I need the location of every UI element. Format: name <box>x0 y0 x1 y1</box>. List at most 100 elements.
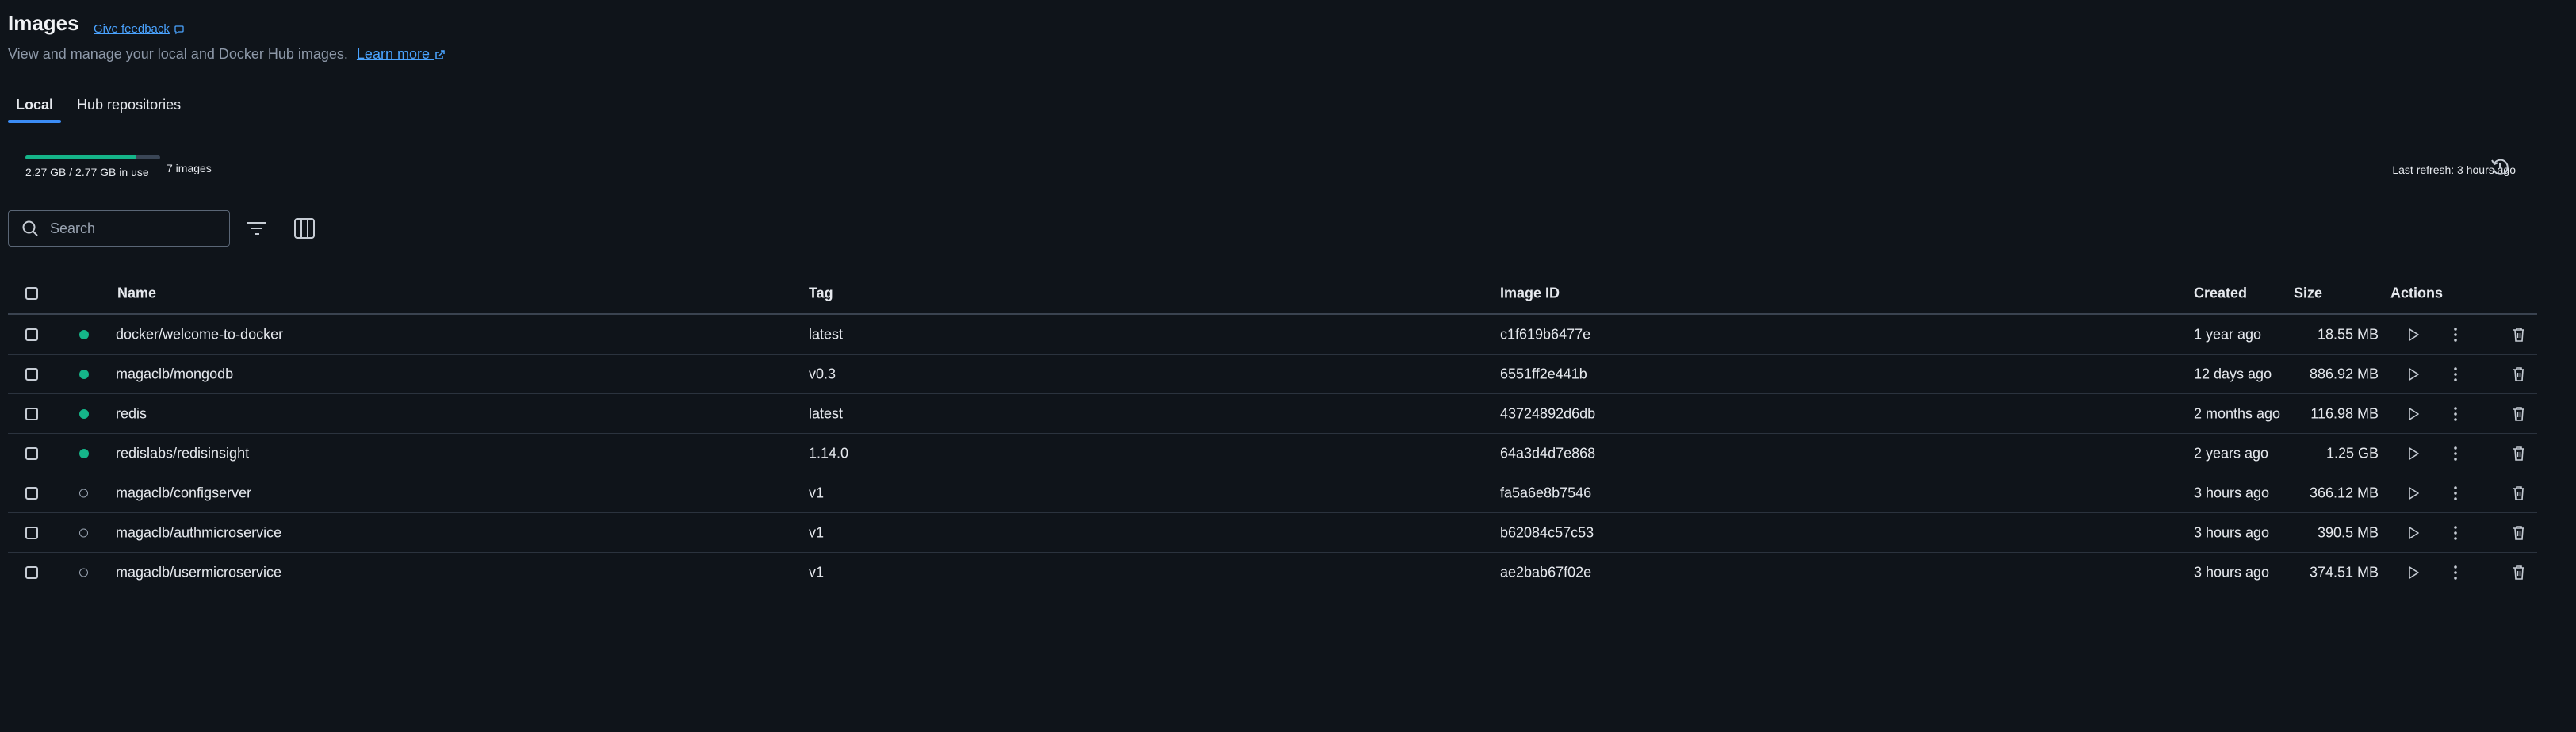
header-created[interactable]: Created <box>2194 285 2247 301</box>
more-options-icon[interactable] <box>2446 444 2465 463</box>
image-name[interactable]: magaclb/mongodb <box>116 366 233 382</box>
tab-bar: Local Hub repositories <box>8 97 197 123</box>
give-feedback-link[interactable]: Give feedback <box>94 22 186 36</box>
image-created: 2 years ago <box>2194 445 2269 461</box>
external-link-icon <box>435 50 445 59</box>
page-title: Images <box>8 11 79 35</box>
image-created: 1 year ago <box>2194 326 2262 342</box>
image-name[interactable]: redis <box>116 405 147 422</box>
delete-icon[interactable] <box>2509 365 2528 384</box>
row-checkbox[interactable] <box>25 367 38 381</box>
table-header: Name Tag Image ID Created Size Actions <box>8 273 2537 315</box>
filter-icon[interactable] <box>244 216 270 241</box>
table-row[interactable]: magaclb/usermicroservice v1 ae2bab67f02e… <box>8 553 2537 592</box>
learn-more-label: Learn more <box>356 46 430 62</box>
more-options-icon[interactable] <box>2446 563 2465 582</box>
feedback-icon <box>174 25 184 34</box>
image-name[interactable]: magaclb/authmicroservice <box>116 524 281 541</box>
more-options-icon[interactable] <box>2446 365 2465 384</box>
columns-icon[interactable] <box>292 216 317 241</box>
row-checkbox[interactable] <box>25 328 38 341</box>
in-use-status-dot <box>79 408 89 419</box>
disk-usage: 2.27 GB / 2.77 GB in use <box>25 155 160 178</box>
image-id: b62084c57c53 <box>1500 524 1594 540</box>
images-table: Name Tag Image ID Created Size Actions d… <box>8 273 2537 592</box>
in-use-status-dot <box>79 448 89 458</box>
run-icon[interactable] <box>2404 325 2423 344</box>
image-id: 64a3d4d7e868 <box>1500 445 1596 461</box>
header-size[interactable]: Size <box>2294 285 2322 301</box>
refresh-icon[interactable] <box>2488 155 2512 179</box>
delete-icon[interactable] <box>2509 404 2528 423</box>
more-options-icon[interactable] <box>2446 484 2465 503</box>
learn-more-link[interactable]: Learn more <box>357 46 446 62</box>
image-size: 390.5 MB <box>2317 524 2379 540</box>
row-checkbox[interactable] <box>25 407 38 420</box>
unused-status-dot <box>79 568 88 577</box>
image-id: 43724892d6db <box>1500 405 1596 421</box>
more-options-icon[interactable] <box>2446 404 2465 423</box>
more-options-icon[interactable] <box>2446 325 2465 344</box>
image-size: 18.55 MB <box>2317 326 2379 342</box>
image-id: 6551ff2e441b <box>1500 366 1587 381</box>
header-tag[interactable]: Tag <box>809 285 833 301</box>
image-created: 2 months ago <box>2194 405 2281 421</box>
header-name[interactable]: Name <box>117 285 156 301</box>
image-created: 3 hours ago <box>2194 524 2270 540</box>
row-checkbox[interactable] <box>25 565 38 579</box>
table-row[interactable]: magaclb/authmicroservice v1 b62084c57c53… <box>8 513 2537 553</box>
table-row[interactable]: magaclb/mongodb v0.3 6551ff2e441b 12 day… <box>8 355 2537 394</box>
delete-icon[interactable] <box>2509 444 2528 463</box>
image-name[interactable]: docker/welcome-to-docker <box>116 326 283 343</box>
table-row[interactable]: docker/welcome-to-docker latest c1f619b6… <box>8 315 2537 355</box>
image-count: 7 images <box>167 162 212 174</box>
run-icon[interactable] <box>2404 444 2423 463</box>
row-checkbox[interactable] <box>25 526 38 539</box>
image-id: ae2bab67f02e <box>1500 564 1592 580</box>
row-checkbox[interactable] <box>25 486 38 500</box>
search-input[interactable] <box>50 220 209 237</box>
delete-icon[interactable] <box>2509 523 2528 542</box>
give-feedback-label: Give feedback <box>94 22 170 36</box>
run-icon[interactable] <box>2404 563 2423 582</box>
search-field[interactable] <box>8 210 230 247</box>
image-tag: v0.3 <box>809 366 836 381</box>
in-use-status-dot <box>79 329 89 339</box>
run-icon[interactable] <box>2404 484 2423 503</box>
image-id: fa5a6e8b7546 <box>1500 485 1592 500</box>
image-name[interactable]: magaclb/configserver <box>116 485 251 501</box>
header-image-id[interactable]: Image ID <box>1500 285 1560 301</box>
row-checkbox[interactable] <box>25 446 38 460</box>
image-name[interactable]: redislabs/redisinsight <box>116 445 249 462</box>
disk-usage-bar <box>25 155 160 159</box>
run-icon[interactable] <box>2404 404 2423 423</box>
tab-hub-repositories[interactable]: Hub repositories <box>69 97 189 123</box>
delete-icon[interactable] <box>2509 563 2528 582</box>
header-actions: Actions <box>2390 285 2444 301</box>
image-name[interactable]: magaclb/usermicroservice <box>116 564 281 581</box>
in-use-status-dot <box>79 369 89 379</box>
table-row[interactable]: magaclb/configserver v1 fa5a6e8b7546 3 h… <box>8 473 2537 513</box>
table-row[interactable]: redis latest 43724892d6db 2 months ago 1… <box>8 394 2537 434</box>
image-tag: v1 <box>809 485 825 500</box>
image-tag: v1 <box>809 564 825 580</box>
run-icon[interactable] <box>2404 523 2423 542</box>
unused-status-dot <box>79 489 88 497</box>
subtitle-text: View and manage your local and Docker Hu… <box>8 46 348 62</box>
select-all-checkbox[interactable] <box>25 286 38 300</box>
more-options-icon[interactable] <box>2446 523 2465 542</box>
search-icon <box>22 220 38 236</box>
image-size: 366.12 MB <box>2309 485 2379 500</box>
image-created: 3 hours ago <box>2194 485 2270 500</box>
tab-local[interactable]: Local <box>8 97 62 123</box>
delete-icon[interactable] <box>2509 484 2528 503</box>
disk-usage-text: 2.27 GB / 2.77 GB in use <box>25 166 149 178</box>
images-page: Images Give feedback View and manage you… <box>0 0 2576 732</box>
image-tag: v1 <box>809 524 825 540</box>
image-tag: latest <box>809 405 844 421</box>
unused-status-dot <box>79 528 88 537</box>
delete-icon[interactable] <box>2509 325 2528 344</box>
image-created: 3 hours ago <box>2194 564 2270 580</box>
run-icon[interactable] <box>2404 365 2423 384</box>
table-row[interactable]: redislabs/redisinsight 1.14.0 64a3d4d7e8… <box>8 434 2537 473</box>
